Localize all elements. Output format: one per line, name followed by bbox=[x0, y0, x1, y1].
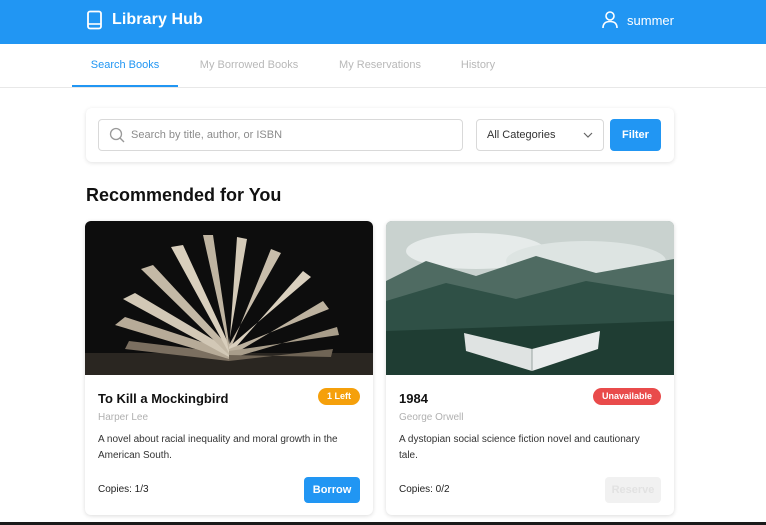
search-icon bbox=[109, 127, 125, 143]
search-panel: All Categories Filter bbox=[86, 108, 674, 162]
top-bar: Library Hub summer bbox=[0, 0, 766, 44]
app-title: Library Hub bbox=[112, 11, 203, 28]
book-author: Harper Lee bbox=[98, 412, 149, 423]
book-copies: Copies: 0/2 bbox=[399, 484, 450, 495]
book-card: 1984 Unavailable George Orwell A dystopi… bbox=[386, 221, 674, 515]
category-select-value: All Categories bbox=[487, 129, 556, 141]
book-author: George Orwell bbox=[399, 412, 464, 423]
book-cover-image bbox=[85, 221, 373, 375]
user-icon bbox=[602, 11, 618, 29]
borrow-button[interactable]: Borrow bbox=[304, 477, 360, 503]
tab-my-reservations[interactable]: My Reservations bbox=[326, 44, 434, 87]
section-title: Recommended for You bbox=[86, 185, 282, 205]
tab-my-borrowed-books[interactable]: My Borrowed Books bbox=[188, 44, 310, 87]
availability-badge: Unavailable bbox=[592, 388, 661, 405]
brand[interactable]: Library Hub bbox=[86, 10, 203, 30]
book-title: To Kill a Mockingbird bbox=[98, 391, 229, 406]
tab-history[interactable]: History bbox=[448, 44, 508, 87]
availability-badge: 1 Left bbox=[317, 388, 360, 405]
book-cover-image bbox=[386, 221, 674, 375]
book-description: A novel about racial inequality and mora… bbox=[98, 434, 338, 461]
category-select[interactable]: All Categories bbox=[476, 119, 604, 151]
user-menu[interactable]: summer bbox=[601, 10, 674, 30]
search-input[interactable] bbox=[131, 120, 456, 150]
book-title: 1984 bbox=[399, 391, 428, 406]
nav-tabs: Search Books My Borrowed Books My Reserv… bbox=[0, 44, 766, 88]
search-box[interactable] bbox=[98, 119, 463, 151]
tab-search-books[interactable]: Search Books bbox=[72, 44, 178, 87]
book-card: To Kill a Mockingbird 1 Left Harper Lee … bbox=[85, 221, 373, 515]
username: summer bbox=[627, 12, 674, 28]
chevron-down-icon bbox=[583, 132, 593, 138]
reserve-button[interactable]: Reserve bbox=[605, 477, 661, 503]
filter-button[interactable]: Filter bbox=[610, 119, 661, 151]
book-description: A dystopian social science fiction novel… bbox=[399, 434, 640, 461]
book-icon bbox=[87, 10, 102, 30]
book-copies: Copies: 1/3 bbox=[98, 484, 149, 495]
